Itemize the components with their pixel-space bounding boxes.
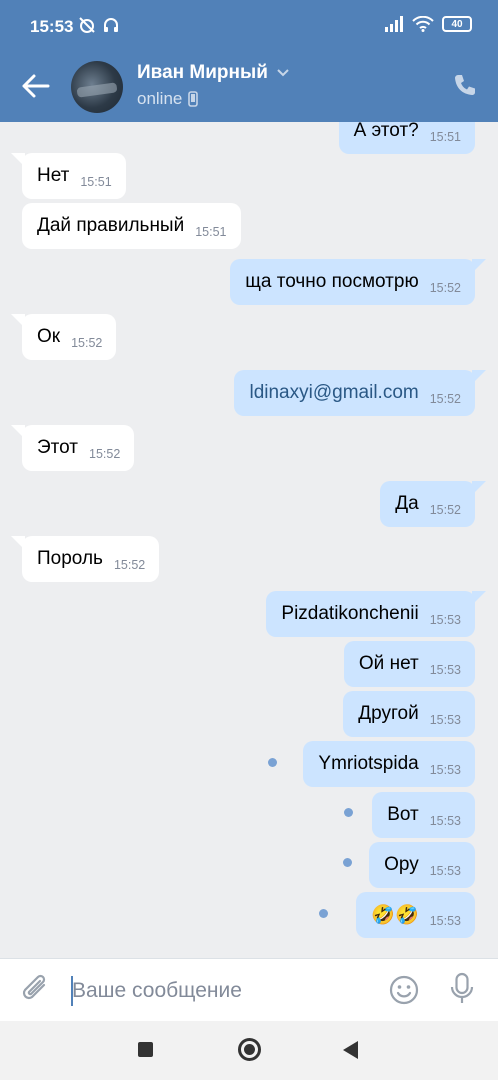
message-time: 15:52 (89, 446, 121, 461)
message-input[interactable] (72, 973, 372, 1009)
status-icons-left (78, 16, 120, 34)
message-text: Этот (37, 437, 78, 458)
mobile-icon (188, 91, 199, 107)
message-bubble-outgoing[interactable]: Pizdatikonchenii 15:53 (266, 591, 486, 637)
headphones-icon (104, 18, 118, 32)
unread-indicator (344, 808, 353, 817)
home-button[interactable] (238, 1038, 261, 1061)
avatar[interactable] (71, 61, 123, 113)
message-bubble-outgoing[interactable]: ща точно посмотрю 15:52 (230, 259, 486, 305)
message-time: 15:51 (195, 224, 227, 239)
chat-header: Иван Мирный online (0, 50, 498, 122)
message-bubble-outgoing[interactable]: Ой нет 15:53 (343, 641, 475, 687)
message-bubble-incoming[interactable]: Дай правильный 15:51 (22, 203, 241, 249)
message-text: Ymriotspida (318, 753, 419, 774)
system-back-button[interactable] (343, 1041, 358, 1059)
message-bubble-outgoing[interactable]: 🤣🤣 15:53 (356, 892, 475, 938)
message-bubble-incoming[interactable]: Этот 15:52 (10, 425, 135, 471)
back-arrow-icon[interactable] (20, 70, 52, 102)
message-time: 15:52 (113, 557, 146, 572)
unread-indicator (319, 909, 328, 918)
message-time: 15:53 (429, 612, 461, 627)
message-text: Дай правильный (37, 215, 185, 236)
message-time: 15:52 (429, 502, 461, 517)
unread-indicator (343, 858, 352, 867)
message-text: А этот? (353, 122, 419, 141)
message-time: 15:53 (429, 762, 461, 777)
message-bubble-outgoing[interactable]: Ору 15:53 (369, 842, 475, 888)
battery-indicator: 40 (442, 16, 472, 32)
message-text: ща точно посмотрю (245, 271, 419, 292)
message-time: 15:53 (429, 813, 461, 828)
message-bubble-outgoing[interactable]: Да 15:52 (380, 481, 486, 527)
message-text: Пороль (37, 548, 103, 569)
message-time: 15:52 (71, 335, 103, 350)
status-time: 15:53 (30, 17, 74, 36)
paperclip-icon[interactable] (20, 973, 52, 1007)
message-time: 15:51 (429, 129, 461, 144)
message-text: Ой нет (358, 653, 419, 674)
signal-icon (385, 16, 403, 32)
wifi-icon (412, 16, 434, 32)
message-text: Нет (37, 165, 70, 186)
message-time: 15:52 (429, 391, 461, 406)
message-text: Pizdatikonchenii (281, 603, 419, 624)
message-composer (0, 958, 498, 1021)
recents-button[interactable] (138, 1042, 153, 1057)
message-time: 15:52 (429, 280, 461, 295)
microphone-icon[interactable] (448, 972, 476, 1006)
message-text: Вот (387, 804, 419, 825)
message-bubble-incoming[interactable]: Пороль 15:52 (10, 536, 160, 582)
message-list[interactable]: А этот? 15:51 Нет 15:51 Дай правильный 1… (0, 122, 498, 958)
message-bubble-incoming[interactable]: Ок 15:52 (10, 314, 117, 360)
emoji-message-text: 🤣🤣 (371, 905, 419, 926)
message-text: Ору (384, 854, 419, 875)
presence-row: online (137, 89, 199, 109)
email-link[interactable]: ldinaxyi@gmail.com (249, 382, 418, 404)
smile-icon[interactable] (388, 974, 420, 1006)
system-nav-bar (0, 1021, 498, 1080)
message-text: Ок (37, 326, 61, 347)
message-time: 15:53 (429, 712, 461, 727)
message-time: 15:53 (429, 913, 461, 928)
message-bubble-outgoing[interactable]: А этот? 15:51 (338, 122, 475, 154)
contact-name: Иван Мирный (137, 62, 268, 83)
message-bubble-incoming[interactable]: Нет 15:51 (11, 153, 126, 199)
phone-icon[interactable] (452, 72, 478, 98)
message-time: 15:51 (80, 174, 112, 189)
chevron-down-icon (277, 69, 289, 77)
status-bar: 15:53 40 (0, 0, 498, 50)
status-icons-right: 40 (384, 16, 472, 32)
alarm-off-icon (79, 17, 95, 33)
message-bubble-outgoing[interactable]: ldinaxyi@gmail.com 15:52 (234, 370, 486, 416)
message-text: Да (395, 493, 419, 514)
contact-name-row[interactable]: Иван Мирный (137, 62, 290, 84)
message-bubble-outgoing[interactable]: Вот 15:53 (372, 792, 475, 838)
unread-indicator (268, 758, 277, 767)
message-bubble-outgoing[interactable]: Ymriotspida 15:53 (303, 741, 475, 787)
message-bubble-outgoing[interactable]: Другой 15:53 (343, 691, 475, 737)
presence-status: online (137, 89, 183, 108)
message-time: 15:53 (429, 863, 461, 878)
message-text: Другой (358, 703, 419, 724)
top-bar: 15:53 40 Иван Мирный online (0, 0, 498, 122)
message-time: 15:53 (429, 662, 461, 677)
